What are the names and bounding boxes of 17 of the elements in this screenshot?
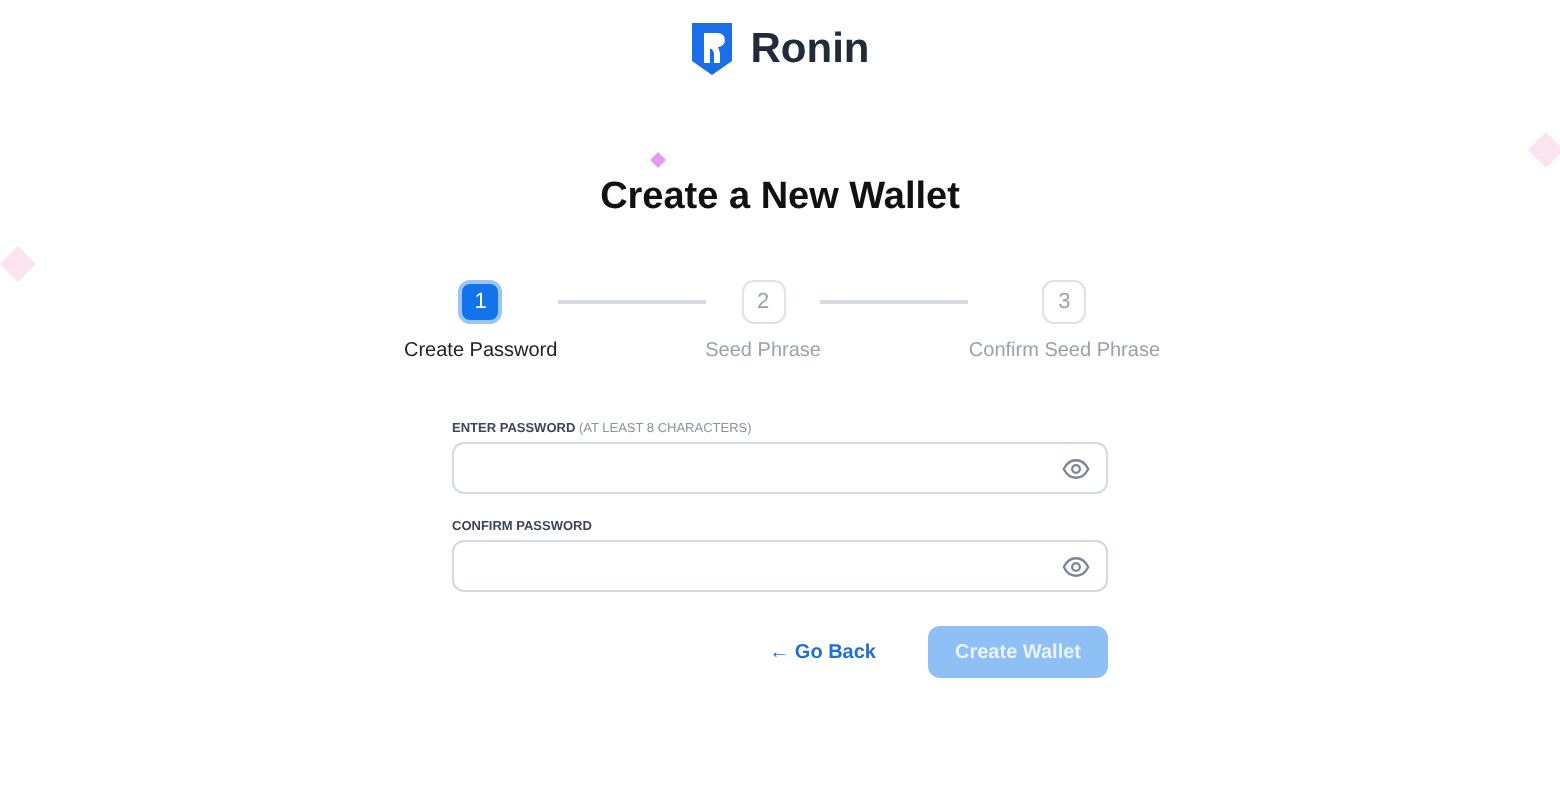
step-label: Confirm Seed Phrase <box>968 340 1161 362</box>
step-number: 1 <box>458 280 503 324</box>
step-label: Seed Phrase <box>705 340 821 362</box>
shield-logo-icon <box>690 18 735 80</box>
eye-icon[interactable] <box>1062 555 1090 577</box>
diamond-shape <box>0 246 36 282</box>
password-field[interactable] <box>452 540 1108 592</box>
step-number: 2 <box>741 280 786 324</box>
diamond-shape <box>1528 132 1560 168</box>
eye-icon[interactable] <box>1062 457 1090 479</box>
diamond-shape <box>650 152 666 168</box>
brand-name: Ronin <box>750 25 870 73</box>
step-label: Create Password <box>404 340 558 362</box>
page-title: Create a New Wallet <box>600 176 960 220</box>
password-field[interactable] <box>452 442 1108 494</box>
go-back-button[interactable]: ← Go Back <box>761 626 884 678</box>
step-number: 3 <box>1042 280 1087 324</box>
